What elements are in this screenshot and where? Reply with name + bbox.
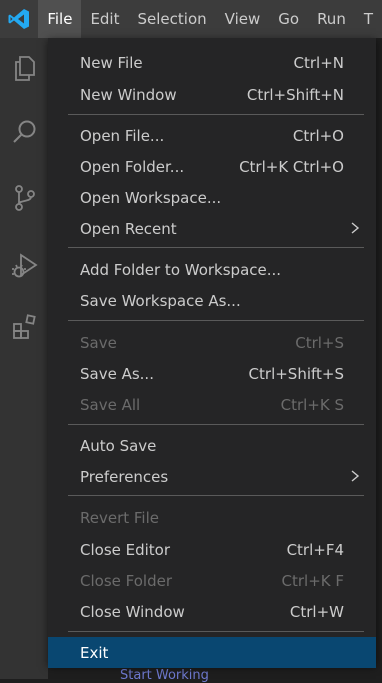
menu-item-label: Auto Save bbox=[80, 436, 157, 455]
menu-item-preferences[interactable]: Preferences bbox=[48, 461, 376, 492]
menu-item-label: Save Workspace As... bbox=[80, 291, 241, 310]
menu-item-label: Close Folder bbox=[80, 571, 172, 590]
menu-item-label: Save All bbox=[80, 395, 141, 414]
menu-item-close-folder: Close Folder Ctrl+K F bbox=[48, 565, 376, 596]
explorer-icon[interactable] bbox=[11, 54, 39, 82]
file-menu-dropdown: New File Ctrl+N New Window Ctrl+Shift+N … bbox=[48, 38, 376, 668]
editor-peek-text: Start Working bbox=[120, 668, 209, 683]
menu-item-label: Revert File bbox=[80, 508, 159, 527]
extensions-icon[interactable] bbox=[11, 314, 39, 342]
menu-item-label: Open File... bbox=[80, 126, 165, 145]
menu-separator bbox=[68, 424, 364, 425]
menu-item-label: Save bbox=[80, 333, 117, 352]
menu-item-shortcut: Ctrl+W bbox=[289, 602, 344, 621]
menu-separator bbox=[68, 114, 364, 115]
menu-item-label: Exit bbox=[80, 643, 109, 662]
menu-item-label: Save As... bbox=[80, 364, 154, 383]
menu-item-save: Save Ctrl+S bbox=[48, 327, 376, 358]
run-debug-icon[interactable] bbox=[11, 252, 39, 280]
menu-item-add-folder-to-workspace[interactable]: Add Folder to Workspace... bbox=[48, 254, 376, 285]
menu-item-save-workspace-as[interactable]: Save Workspace As... bbox=[48, 285, 376, 316]
menu-item-close-editor[interactable]: Close Editor Ctrl+F4 bbox=[48, 534, 376, 565]
menu-item-revert-file: Revert File bbox=[48, 502, 376, 533]
menu-item-shortcut: Ctrl+K Ctrl+O bbox=[239, 157, 344, 176]
menu-edit[interactable]: Edit bbox=[81, 0, 128, 38]
menu-item-open-workspace[interactable]: Open Workspace... bbox=[48, 182, 376, 213]
menu-item-label: Add Folder to Workspace... bbox=[80, 260, 282, 279]
menu-item-label: Open Workspace... bbox=[80, 188, 222, 207]
menu-item-auto-save[interactable]: Auto Save bbox=[48, 430, 376, 461]
menu-item-label: Open Recent bbox=[80, 219, 177, 238]
menu-item-label: Close Editor bbox=[80, 540, 171, 559]
menu-item-shortcut: Ctrl+Shift+S bbox=[248, 364, 344, 383]
menu-item-new-file[interactable]: New File Ctrl+N bbox=[48, 47, 376, 78]
menu-separator bbox=[68, 320, 364, 321]
chevron-right-icon bbox=[351, 470, 360, 482]
menu-item-open-folder[interactable]: Open Folder... Ctrl+K Ctrl+O bbox=[48, 151, 376, 182]
source-control-icon[interactable] bbox=[11, 184, 39, 212]
menu-item-label: Close Window bbox=[80, 602, 185, 621]
menu-separator bbox=[68, 495, 364, 496]
menu-item-save-as[interactable]: Save As... Ctrl+Shift+S bbox=[48, 358, 376, 389]
menu-item-shortcut: Ctrl+K S bbox=[280, 395, 344, 414]
menu-terminal[interactable]: T bbox=[355, 0, 382, 38]
menu-item-exit[interactable]: Exit bbox=[48, 637, 376, 668]
menu-item-shortcut: Ctrl+N bbox=[293, 53, 344, 72]
menu-separator bbox=[68, 247, 364, 248]
menu-item-label: Open Folder... bbox=[80, 157, 185, 176]
menu-item-close-window[interactable]: Close Window Ctrl+W bbox=[48, 596, 376, 627]
menu-item-shortcut: Ctrl+K F bbox=[281, 571, 345, 590]
menu-item-label: New Window bbox=[80, 85, 177, 104]
menu-item-label: Preferences bbox=[80, 467, 169, 486]
search-icon[interactable] bbox=[11, 118, 39, 146]
menu-go[interactable]: Go bbox=[269, 0, 308, 38]
menu-item-new-window[interactable]: New Window Ctrl+Shift+N bbox=[48, 79, 376, 110]
menu-selection[interactable]: Selection bbox=[129, 0, 216, 38]
menu-item-shortcut: Ctrl+S bbox=[295, 333, 344, 352]
menu-item-shortcut: Ctrl+O bbox=[292, 126, 344, 145]
menu-item-save-all: Save All Ctrl+K S bbox=[48, 389, 376, 420]
menu-bar: File Edit Selection View Go Run T bbox=[38, 0, 382, 38]
chevron-right-icon bbox=[351, 222, 360, 234]
menu-item-open-recent[interactable]: Open Recent bbox=[48, 213, 376, 244]
menu-separator bbox=[68, 631, 364, 632]
menu-item-open-file[interactable]: Open File... Ctrl+O bbox=[48, 120, 376, 151]
menu-item-label: New File bbox=[80, 53, 143, 72]
editor-edge bbox=[376, 38, 382, 679]
vscode-logo-icon bbox=[0, 0, 38, 38]
menu-item-shortcut: Ctrl+F4 bbox=[286, 540, 344, 559]
activity-bar bbox=[0, 38, 48, 679]
menu-item-shortcut: Ctrl+Shift+N bbox=[246, 85, 344, 104]
title-bar: File Edit Selection View Go Run T bbox=[0, 0, 382, 38]
menu-file[interactable]: File bbox=[38, 0, 82, 38]
menu-run[interactable]: Run bbox=[308, 0, 355, 38]
menu-view[interactable]: View bbox=[216, 0, 270, 38]
